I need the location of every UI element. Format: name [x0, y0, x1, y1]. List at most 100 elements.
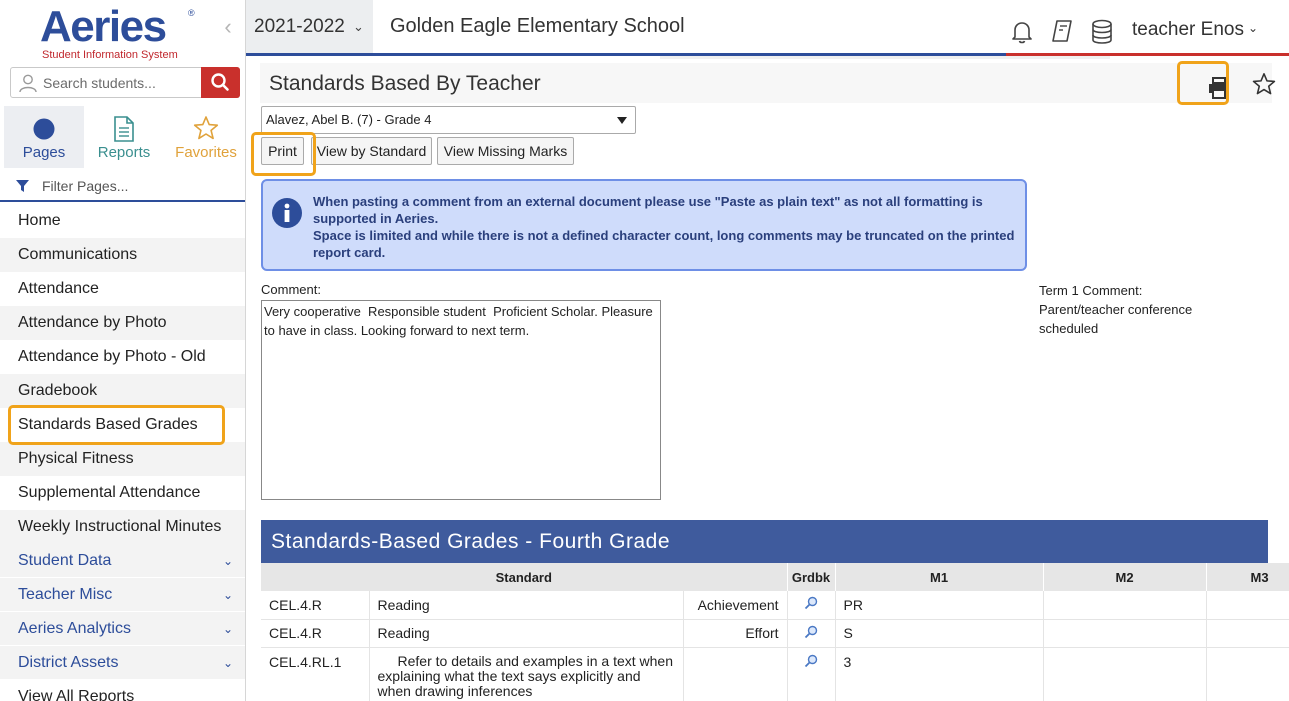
collapse-sidebar-chevron-left-icon[interactable]: ‹ [218, 14, 238, 40]
column-header-m1: M1 [835, 563, 1044, 591]
standard-name: Refer to details and examples in a text … [369, 647, 684, 701]
menu-item-communications[interactable]: Communications [0, 238, 245, 272]
aeries-logo[interactable]: Aeries ® Student Information System [40, 4, 200, 62]
grades-table: Standard Grdbk M1 M2 M3 CEL.4.R Reading … [261, 563, 1289, 701]
term-comment-label: Term 1 Comment: [1039, 283, 1143, 298]
sidebar: Aeries ® Student Information System ‹ Pa… [0, 0, 246, 701]
search-icon [211, 73, 229, 91]
logo-subtitle: Student Information System [42, 49, 178, 61]
mark-m3[interactable] [1206, 619, 1289, 648]
table-row: CEL.4.R Reading Achievement PR [261, 591, 1289, 620]
column-header-standard: Standard [261, 563, 788, 591]
menu-item-supplemental-attendance[interactable]: Supplemental Attendance [0, 476, 245, 510]
menu-item-attendance-by-photo[interactable]: Attendance by Photo [0, 306, 245, 340]
magnifier-icon [804, 654, 818, 667]
menu-item-gradebook[interactable]: Gradebook [0, 374, 245, 408]
menu-item-home[interactable]: Home [0, 204, 245, 238]
info-text: When pasting a comment from an external … [313, 193, 1018, 261]
circle-icon [33, 118, 55, 140]
database-icon[interactable] [1091, 19, 1113, 45]
view-by-standard-button[interactable]: View by Standard [311, 137, 432, 165]
mark-m3[interactable] [1206, 647, 1289, 701]
comment-textarea[interactable]: Very cooperative Responsible student Pro… [261, 300, 661, 500]
menu-item-attendance[interactable]: Attendance [0, 272, 245, 306]
info-icon [272, 198, 302, 228]
table-row: CEL.4.RL.1 Refer to details and examples… [261, 647, 1289, 701]
menu-group-teacher-misc[interactable]: Teacher Misc ⌄ [0, 578, 245, 612]
menu-group-district-assets[interactable]: District Assets ⌄ [0, 646, 245, 680]
standard-name: Reading [369, 619, 684, 648]
tab-reports[interactable]: Reports [84, 106, 164, 168]
info-line-1: When pasting a comment from an external … [313, 194, 983, 226]
magnifier-icon [804, 625, 818, 638]
mark-m2[interactable] [1043, 619, 1207, 648]
search-input[interactable] [43, 72, 203, 94]
tab-pages[interactable]: Pages [4, 106, 84, 168]
menu-group-label: Teacher Misc [18, 586, 113, 603]
logo-registered-mark: ® [188, 8, 195, 18]
main-content: Standards Based By Teacher Alavez, Abel … [246, 60, 1289, 701]
chevron-down-icon: ⌄ [222, 622, 233, 636]
gradebook-lookup[interactable] [787, 619, 836, 648]
chevron-down-icon: ⌄ [222, 588, 233, 602]
chevron-down-icon: ⌄ [1247, 21, 1259, 35]
menu-group-aeries-analytics[interactable]: Aeries Analytics ⌄ [0, 612, 245, 646]
table-row: CEL.4.R Reading Effort S [261, 619, 1289, 648]
school-year-select[interactable]: 2021-2022 ⌄ [246, 0, 373, 53]
magnifier-icon [804, 597, 818, 610]
tab-favorites[interactable]: Favorites [166, 106, 245, 168]
student-select[interactable]: Alavez, Abel B. (7) - Grade 4 [261, 106, 636, 134]
mark-m1[interactable]: PR [835, 591, 1044, 620]
page-title: Standards Based By Teacher [269, 72, 541, 95]
menu-item-attendance-by-photo-old[interactable]: Attendance by Photo - Old [0, 340, 245, 374]
menu-group-student-data[interactable]: Student Data ⌄ [0, 544, 245, 578]
school-year-value: 2021-2022 [254, 16, 345, 37]
print-button[interactable]: Print [261, 137, 304, 165]
mark-m1[interactable]: S [835, 619, 1044, 648]
chevron-down-icon: ⌄ [222, 554, 233, 568]
term-comment-value: Parent/teacher conference scheduled [1039, 302, 1193, 336]
print-page-button[interactable] [1197, 69, 1239, 105]
mark-m1[interactable]: 3 [835, 647, 1044, 701]
gradebook-lookup[interactable] [787, 591, 836, 620]
menu-group-label: District Assets [18, 654, 119, 671]
comment-label: Comment: [261, 282, 321, 297]
filter-pages-placeholder: Filter Pages... [42, 178, 129, 194]
mark-m2[interactable] [1043, 647, 1207, 701]
view-missing-marks-button[interactable]: View Missing Marks [437, 137, 574, 165]
term-comment: Term 1 Comment: Parent/teacher conferenc… [1039, 281, 1239, 338]
standard-subtype: Achievement [683, 591, 788, 620]
filter-icon [16, 180, 29, 192]
star-icon[interactable] [1252, 72, 1276, 96]
table-header-row: Standard Grdbk M1 M2 M3 [261, 563, 1289, 591]
mark-m2[interactable] [1043, 591, 1207, 620]
column-header-m2: M2 [1043, 563, 1207, 591]
search-button[interactable] [201, 67, 240, 98]
person-icon [19, 74, 37, 93]
tab-favorites-label: Favorites [175, 144, 237, 161]
school-name[interactable]: Golden Eagle Elementary School [390, 15, 685, 38]
gradebook-lookup[interactable] [787, 647, 836, 701]
chevron-down-icon: ⌄ [353, 19, 364, 34]
student-search [10, 67, 240, 98]
menu-item-physical-fitness[interactable]: Physical Fitness [0, 442, 245, 476]
menu-item-view-all-reports[interactable]: View All Reports [0, 680, 245, 701]
standard-code: CEL.4.R [261, 591, 370, 620]
column-header-m3: M3 [1206, 563, 1289, 591]
mark-m3[interactable] [1206, 591, 1289, 620]
page-menu: Home Communications Attendance Attendanc… [0, 204, 245, 701]
menu-item-weekly-instructional-minutes[interactable]: Weekly Instructional Minutes [0, 510, 245, 544]
standard-code: CEL.4.RL.1 [261, 647, 370, 701]
bell-icon[interactable] [1011, 20, 1033, 44]
filter-pages[interactable]: Filter Pages... [0, 172, 245, 202]
user-menu[interactable]: teacher Enos ⌄ [1132, 19, 1258, 41]
logo-wordmark: Aeries [40, 2, 167, 51]
topbar-shadow [660, 56, 1110, 59]
menu-group-label: Student Data [18, 552, 112, 569]
book-icon[interactable] [1050, 19, 1074, 43]
top-bar: 2021-2022 ⌄ Golden Eagle Elementary Scho… [246, 0, 1289, 59]
chevron-down-icon: ⌄ [222, 656, 233, 670]
student-select-value: Alavez, Abel B. (7) - Grade 4 [266, 112, 432, 127]
menu-item-standards-based-grades[interactable]: Standards Based Grades [0, 408, 245, 442]
menu-group-label: Aeries Analytics [18, 620, 131, 637]
